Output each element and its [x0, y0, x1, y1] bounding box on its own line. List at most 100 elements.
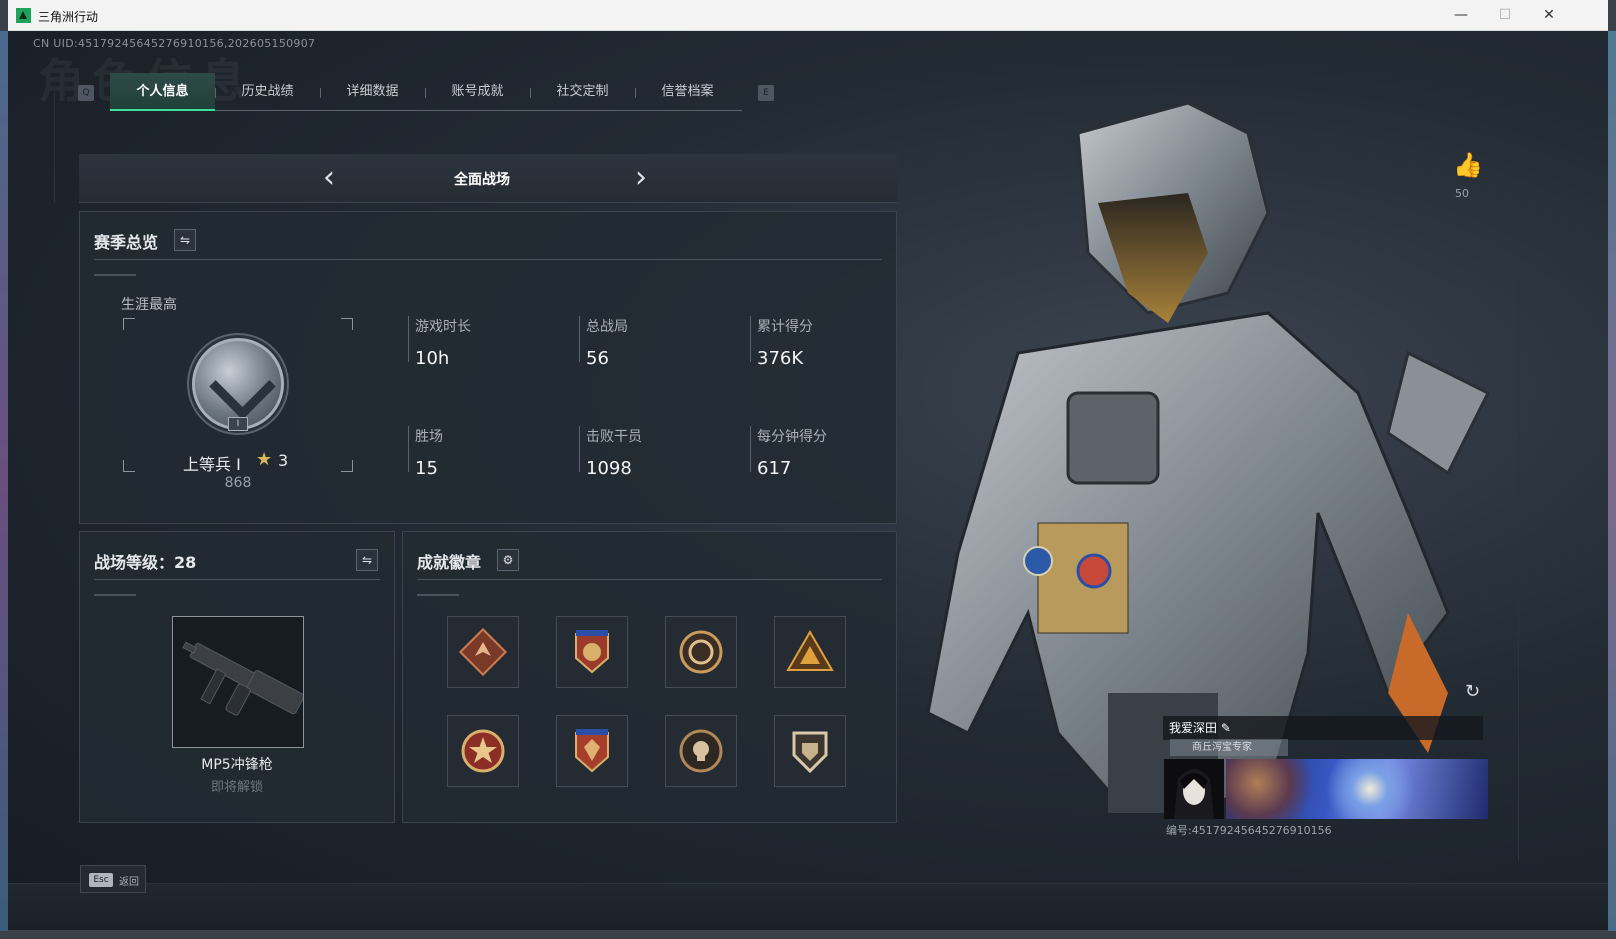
stat-value: 15: [415, 458, 438, 479]
badge-slot[interactable]: [447, 715, 519, 787]
badge-slot[interactable]: [556, 616, 628, 688]
star-badge-icon: [461, 729, 505, 773]
tab-social[interactable]: 社交定制: [530, 73, 635, 111]
shield-badge-icon: [792, 731, 828, 774]
season-header: 赛季总览 ⇋: [94, 212, 882, 260]
season-overview-panel: 赛季总览 ⇋ 生涯最高 I 上等兵 I ★ 3 868 游戏时长 10h 总战局…: [79, 211, 897, 524]
stat-label: 累计得分: [757, 319, 813, 335]
player-avatar[interactable]: [1164, 759, 1224, 819]
stat-wins: 胜场 15: [408, 426, 443, 479]
stat-value: 1098: [586, 458, 632, 479]
stat-play-time: 游戏时长 10h: [408, 316, 471, 369]
tab-next-key[interactable]: E: [758, 85, 774, 101]
badge-slot[interactable]: [665, 616, 737, 688]
stat-label: 游戏时长: [415, 319, 471, 335]
career-high-label: 生涯最高: [121, 297, 177, 313]
shield-medal-badge-icon: [575, 630, 609, 674]
frame-corner: [341, 318, 353, 330]
tab-history[interactable]: 历史战绩: [215, 73, 320, 111]
rank-star-count: 3: [278, 451, 289, 470]
player-name: 我爱深田: [1169, 721, 1218, 735]
uid-line: CN UID:4517924564527691015​6,20260515090…: [33, 37, 316, 50]
right-window-edge: [1608, 31, 1616, 931]
rank-star-icon: ★: [256, 449, 273, 470]
tab-achievements[interactable]: 账号成就: [425, 73, 530, 111]
stat-score-per-minute: 每分钟得分 617: [750, 426, 827, 479]
player-card-uid: 编号:4517924564527691015​6: [1166, 824, 1332, 837]
season-switch-button[interactable]: ⇋: [174, 229, 196, 251]
crest-badge-icon: [575, 729, 609, 773]
player-banner: [1226, 759, 1488, 819]
stat-label: 击败干员: [586, 429, 642, 445]
left-window-edge: [0, 31, 8, 931]
tab-personal-info[interactable]: 个人信息: [110, 73, 215, 111]
avatar-portrait-icon: [1174, 769, 1214, 819]
minimize-button[interactable]: —: [1438, 0, 1484, 31]
badges-header: 成就徽章 ⚙: [417, 532, 882, 580]
game-viewport: 角色信息 CN UID:4517924564527691015​6,202605…: [8, 31, 1608, 930]
rank-tier-tag: I: [228, 417, 248, 431]
badge-slot[interactable]: [774, 616, 846, 688]
window-titlebar: 三角洲行动 — ☐ ✕: [8, 0, 1608, 31]
stat-value: 617: [757, 458, 792, 479]
player-card-name[interactable]: 我爱深田 ✎: [1163, 716, 1483, 740]
badges-title: 成就徽章: [417, 553, 482, 572]
weapon-image[interactable]: [172, 616, 304, 748]
dragon-badge-icon: [458, 627, 508, 677]
mode-label: 全面战场: [454, 172, 510, 188]
warning-badge-icon: [786, 630, 834, 671]
like-count: 50: [1455, 187, 1469, 200]
stat-kills: 击败干员 1098: [579, 426, 642, 479]
battlefield-switch-button[interactable]: ⇋: [356, 549, 378, 571]
divider: [94, 594, 136, 596]
thumbs-up-icon[interactable]: 👍: [1453, 151, 1483, 179]
achievement-badges-panel: 成就徽章 ⚙: [402, 531, 897, 823]
back-label: 返回: [119, 877, 139, 888]
badge-slot[interactable]: [556, 715, 628, 787]
stat-value: 376K: [757, 348, 804, 369]
stat-label: 每分钟得分: [757, 429, 827, 445]
refresh-icon[interactable]: ↻: [1465, 681, 1480, 702]
stat-value: 56: [586, 348, 609, 369]
app-logo-icon: [16, 8, 31, 23]
mode-selector: ‹ 全面战场 ›: [79, 154, 897, 203]
mode-next-button[interactable]: ›: [621, 160, 661, 195]
divider: [417, 594, 459, 596]
bottom-bar: [8, 883, 1608, 930]
tab-detailed-data[interactable]: 详细数据: [320, 73, 425, 111]
season-title: 赛季总览: [94, 233, 159, 252]
divider: [94, 274, 136, 276]
badges-settings-button[interactable]: ⚙: [497, 549, 519, 571]
player-club-tag: 商丘泻宝专家: [1170, 739, 1288, 756]
frame-corner: [123, 460, 135, 472]
deco-line: [54, 93, 55, 203]
smg-icon: [182, 641, 303, 716]
close-button[interactable]: ✕: [1526, 0, 1572, 31]
weapon-name: MP5冲锋枪: [201, 757, 273, 773]
maximize-button[interactable]: ☐: [1482, 0, 1528, 31]
frame-corner: [341, 460, 353, 472]
window-title: 三角洲行动: [38, 10, 99, 24]
weapon-unlock-status: 即将解锁: [210, 780, 263, 795]
tab-reputation[interactable]: 信誉档案: [635, 73, 740, 111]
rank-score: 868: [224, 475, 252, 491]
badge-slot[interactable]: [774, 715, 846, 787]
tab-bar: 个人信息 历史战绩 详细数据 账号成就 社交定制 信誉档案: [110, 73, 742, 111]
stat-label: 胜场: [415, 429, 443, 445]
battlefield-header: 战场等级：28 ⇋: [94, 532, 380, 580]
rank-name: 上等兵 I: [183, 455, 241, 474]
esc-key: Esc: [89, 873, 113, 887]
badge-slot[interactable]: [447, 616, 519, 688]
battlefield-level-title: 战场等级：28: [94, 553, 197, 572]
tab-prev-key[interactable]: Q: [78, 85, 94, 101]
ring-badge-icon: [679, 630, 723, 674]
badge-slot[interactable]: [665, 715, 737, 787]
battlefield-level-panel: 战场等级：28 ⇋ MP5冲锋枪 即将解锁: [79, 531, 395, 823]
skull-badge-icon: [679, 729, 723, 773]
stat-label: 总战局: [586, 319, 628, 335]
stat-value: 10h: [415, 348, 450, 369]
back-button[interactable]: Esc 返回: [80, 865, 146, 893]
frame-corner: [123, 318, 135, 330]
stat-total-score: 累计得分 376K: [750, 316, 813, 369]
stat-total-matches: 总战局 56: [579, 316, 628, 369]
